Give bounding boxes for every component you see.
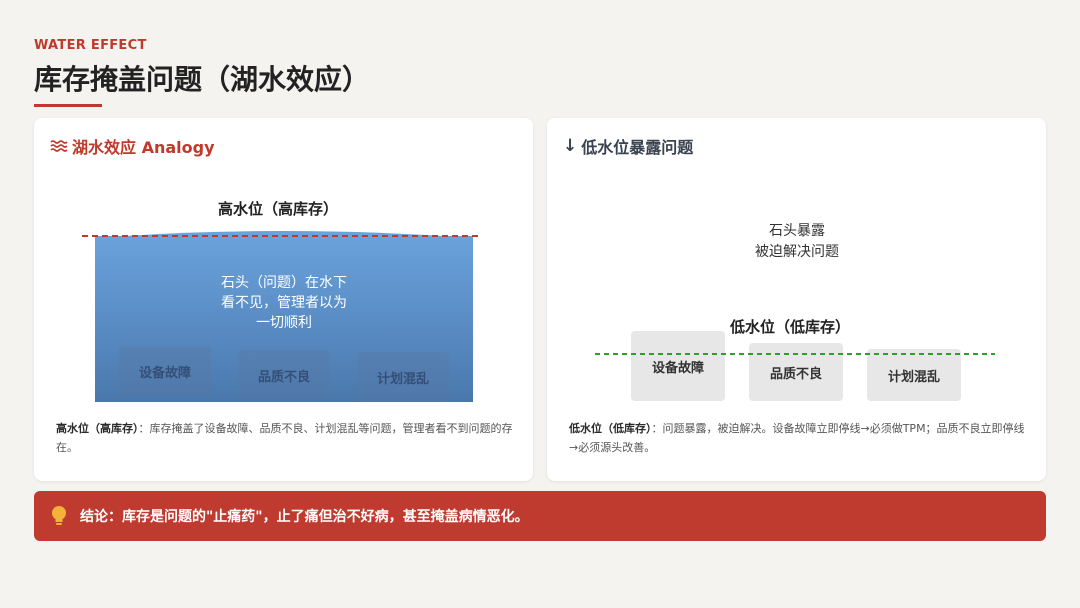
lightbulb-icon (52, 506, 66, 525)
exposed-caption-line: 被迫解决问题 (755, 244, 839, 260)
submerged-rock-planning: 计划混乱 (357, 352, 449, 402)
exposed-caption-line: 石头暴露 (769, 223, 825, 239)
high-water-body: 石头（问题）在水下 看不见，管理者以为 一切顺利 设备故障 品质不良 计划混乱 (95, 236, 473, 402)
low-water-note-label: 低水位（低库存） (569, 422, 652, 435)
high-water-note: 高水位（高库存）：库存掩盖了设备故障、品质不良、计划混乱等问题，管理者看不到问题… (56, 419, 514, 457)
submerged-rock-equipment: 设备故障 (119, 346, 211, 396)
exposed-rock-equipment: 设备故障 (631, 331, 725, 401)
submerged-rock-quality: 品质不良 (238, 350, 330, 400)
low-water-card-header: ↓ 低水位暴露问题 (563, 134, 693, 158)
eyebrow-label: WATER EFFECT (34, 38, 147, 53)
exposed-rock-planning: 计划混乱 (867, 349, 961, 401)
low-water-level-label: 低水位（低库存） (730, 318, 851, 336)
low-water-note: 低水位（低库存）：问题暴露，被迫解决。设备故障立即停线→必须做TPM；品质不良立… (569, 419, 1027, 457)
low-water-card-title: 低水位暴露问题 (581, 138, 694, 157)
low-water-card: ↓ 低水位暴露问题 石头暴露 被迫解决问题 低水位（低库存） 设备故障 品质不良… (547, 118, 1046, 481)
underwater-caption-line: 看不见，管理者以为 (221, 295, 347, 311)
conclusion-text: 结论：库存是问题的"止痛药"，止了痛但治不好病，甚至掩盖病情恶化。 (80, 509, 529, 525)
high-water-level-label: 高水位（高库存） (218, 200, 339, 218)
conclusion-banner: 结论：库存是问题的"止痛药"，止了痛但治不好病，甚至掩盖病情恶化。 (34, 491, 1046, 541)
underwater-caption-line: 一切顺利 (256, 315, 312, 331)
title-underline (34, 104, 102, 107)
arrow-down-icon: ↓ (563, 135, 578, 156)
high-water-note-label: 高水位（高库存） (56, 422, 139, 435)
underwater-caption: 石头（问题）在水下 看不见，管理者以为 一切顺利 (95, 273, 473, 333)
high-water-card-header: 湖水效应 Analogy (50, 134, 215, 158)
high-water-card-title: 湖水效应 Analogy (72, 138, 215, 157)
page-title: 库存掩盖问题（湖水效应） (34, 63, 371, 96)
waves-icon (50, 140, 68, 152)
high-water-card: 湖水效应 Analogy 高水位（高库存） 石头（问题）在水下 看不见，管理者以… (34, 118, 533, 481)
low-water-dashed-line (595, 353, 995, 355)
high-water-dashed-line (82, 235, 482, 237)
underwater-caption-line: 石头（问题）在水下 (221, 275, 347, 291)
exposed-caption: 石头暴露 被迫解决问题 (697, 221, 897, 263)
